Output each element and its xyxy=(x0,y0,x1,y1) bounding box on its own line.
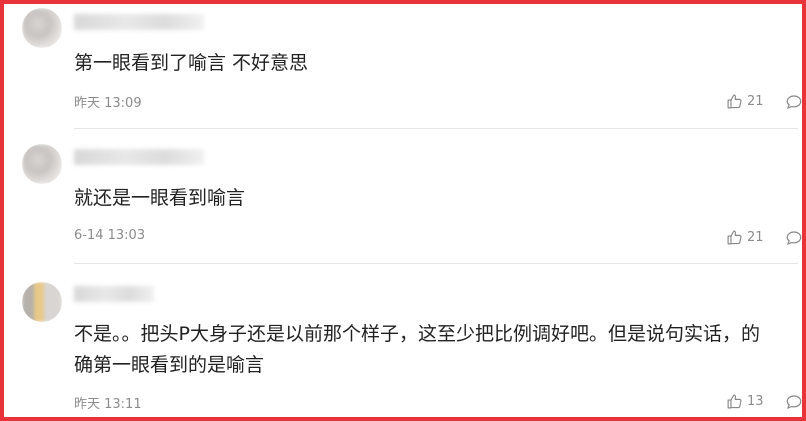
comment-time: 6-14 13:03 xyxy=(74,228,146,243)
divider xyxy=(74,128,798,129)
like-count: 13 xyxy=(747,394,764,409)
divider xyxy=(74,263,798,264)
thumbs-up-icon xyxy=(727,394,742,409)
like-button[interactable]: 13 xyxy=(726,393,764,410)
avatar[interactable] xyxy=(22,282,62,322)
like-button[interactable]: 21 xyxy=(726,229,764,246)
speech-bubble-icon[interactable] xyxy=(785,393,803,411)
thumbs-up-icon xyxy=(727,94,742,109)
comment-text: 就还是一眼看到喻言 xyxy=(74,187,246,209)
comment-list-frame: 第一眼看到了喻言 不好意思 昨天 13:09 21 就还是一眼看到喻言 6-14… xyxy=(0,0,806,421)
username-blurred[interactable] xyxy=(74,286,154,302)
thumbs-up-icon xyxy=(727,230,742,245)
avatar[interactable] xyxy=(22,8,62,48)
username-blurred[interactable] xyxy=(74,149,204,165)
avatar[interactable] xyxy=(22,144,62,184)
like-count: 21 xyxy=(747,230,764,245)
comment-time: 昨天 13:09 xyxy=(74,96,142,111)
comment-text: 不是。。把头P大身子还是以前那个样子，这至少把比例调好吧。但是说句实话，的确第一… xyxy=(74,323,760,376)
comment-text: 第一眼看到了喻言 不好意思 xyxy=(74,52,309,74)
like-button[interactable]: 21 xyxy=(726,93,764,110)
speech-bubble-icon[interactable] xyxy=(785,229,803,247)
username-blurred[interactable] xyxy=(74,14,204,30)
like-count: 21 xyxy=(747,94,764,109)
speech-bubble-icon[interactable] xyxy=(785,93,803,111)
comment-time: 昨天 13:11 xyxy=(74,397,142,412)
